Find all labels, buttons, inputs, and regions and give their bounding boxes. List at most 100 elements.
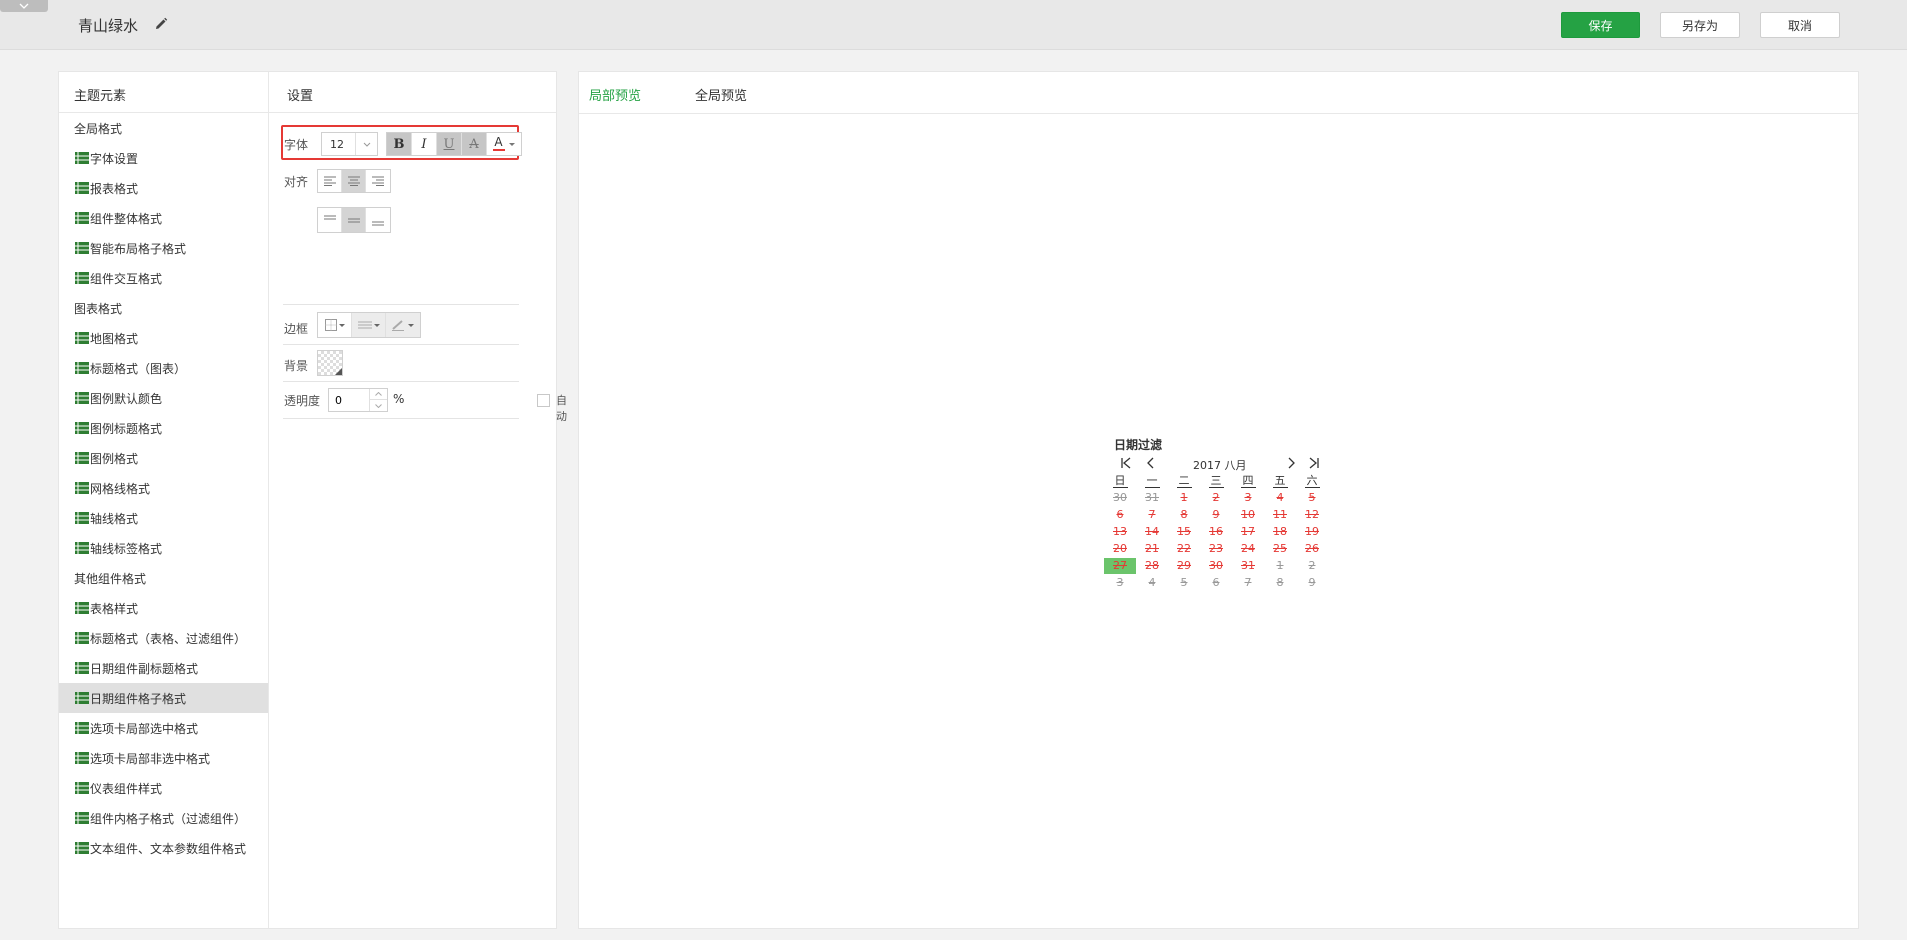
calendar-day[interactable]: 3: [1104, 575, 1136, 591]
tree-item[interactable]: 标题格式（表格、过滤组件）: [59, 623, 268, 653]
auto-checkbox[interactable]: [537, 394, 550, 407]
table-icon: [75, 692, 89, 704]
calendar-day[interactable]: 31: [1136, 490, 1168, 506]
tree-item[interactable]: 地图格式: [59, 323, 268, 353]
tree-item[interactable]: 表格样式: [59, 593, 268, 623]
increment-button[interactable]: [370, 389, 387, 400]
tree-item[interactable]: 图例默认颜色: [59, 383, 268, 413]
tab-global-preview[interactable]: 全局预览: [695, 85, 747, 104]
last-month-button[interactable]: [1307, 456, 1321, 470]
edit-pencil-icon[interactable]: [153, 16, 169, 32]
calendar-day[interactable]: 7: [1136, 507, 1168, 523]
calendar-day[interactable]: 20: [1104, 541, 1136, 557]
font-color-button[interactable]: A: [487, 133, 521, 155]
calendar-day[interactable]: 5: [1168, 575, 1200, 591]
calendar-day[interactable]: 4: [1264, 490, 1296, 506]
tree-item[interactable]: 图例标题格式: [59, 413, 268, 443]
calendar-day[interactable]: 2: [1296, 558, 1328, 574]
calendar-day[interactable]: 6: [1200, 575, 1232, 591]
calendar-day[interactable]: 17: [1232, 524, 1264, 540]
tree-item[interactable]: 组件整体格式: [59, 203, 268, 233]
tree-item[interactable]: 轴线格式: [59, 503, 268, 533]
opacity-input[interactable]: [335, 392, 371, 408]
underline-button[interactable]: U: [437, 133, 462, 155]
tree-item[interactable]: 图例格式: [59, 443, 268, 473]
tree-item[interactable]: 字体设置: [59, 143, 268, 173]
tree-group[interactable]: 其他组件格式: [59, 563, 268, 593]
calendar-day[interactable]: 7: [1232, 575, 1264, 591]
calendar-day[interactable]: 19: [1296, 524, 1328, 540]
calendar-day[interactable]: 13: [1104, 524, 1136, 540]
border-style-button[interactable]: [352, 313, 386, 337]
tree-item[interactable]: 日期组件格子格式: [59, 683, 268, 713]
tree-item[interactable]: 选项卡局部选中格式: [59, 713, 268, 743]
tree-item[interactable]: 报表格式: [59, 173, 268, 203]
calendar-day[interactable]: 26: [1296, 541, 1328, 557]
tree-item[interactable]: 智能布局格子格式: [59, 233, 268, 263]
tree-item[interactable]: 选项卡局部非选中格式: [59, 743, 268, 773]
calendar-day[interactable]: 22: [1168, 541, 1200, 557]
cancel-button[interactable]: 取消: [1760, 12, 1840, 38]
calendar-day[interactable]: 2: [1200, 490, 1232, 506]
save-button[interactable]: 保存: [1561, 12, 1640, 38]
calendar-day[interactable]: 6: [1104, 507, 1136, 523]
tree-item[interactable]: 日期组件副标题格式: [59, 653, 268, 683]
calendar-day[interactable]: 23: [1200, 541, 1232, 557]
background-color-picker[interactable]: [317, 350, 343, 376]
tree-item[interactable]: 仪表组件样式: [59, 773, 268, 803]
font-size-select[interactable]: 12: [321, 132, 378, 156]
tree-item[interactable]: 文本组件、文本参数组件格式: [59, 833, 268, 863]
tree-group[interactable]: 图表格式: [59, 293, 268, 323]
calendar-day[interactable]: 10: [1232, 507, 1264, 523]
calendar-day[interactable]: 4: [1136, 575, 1168, 591]
border-position-button[interactable]: [318, 313, 352, 337]
calendar-day[interactable]: 9: [1200, 507, 1232, 523]
calendar-day[interactable]: 3: [1232, 490, 1264, 506]
tab-local-preview[interactable]: 局部预览: [589, 85, 641, 104]
calendar-day[interactable]: 25: [1264, 541, 1296, 557]
calendar-day[interactable]: 24: [1232, 541, 1264, 557]
calendar-day[interactable]: 18: [1264, 524, 1296, 540]
calendar-day[interactable]: 8: [1168, 507, 1200, 523]
tree-group[interactable]: 全局格式: [59, 113, 268, 143]
align-bottom-button[interactable]: [366, 208, 390, 232]
tree-item[interactable]: 轴线标签格式: [59, 533, 268, 563]
calendar-day[interactable]: 21: [1136, 541, 1168, 557]
calendar-day[interactable]: 29: [1168, 558, 1200, 574]
calendar-day[interactable]: 1: [1168, 490, 1200, 506]
save-as-button[interactable]: 另存为: [1660, 12, 1740, 38]
tree-item[interactable]: 网格线格式: [59, 473, 268, 503]
calendar-day[interactable]: 8: [1264, 575, 1296, 591]
tree-item[interactable]: 组件交互格式: [59, 263, 268, 293]
tree-item[interactable]: 标题格式（图表）: [59, 353, 268, 383]
calendar-day[interactable]: 27: [1104, 558, 1136, 574]
calendar-day[interactable]: 12: [1296, 507, 1328, 523]
collapse-toggle[interactable]: [0, 0, 48, 12]
calendar-day[interactable]: 16: [1200, 524, 1232, 540]
bold-button[interactable]: B: [387, 133, 412, 155]
opacity-stepper[interactable]: [328, 388, 388, 412]
calendar-day[interactable]: 9: [1296, 575, 1328, 591]
first-month-button[interactable]: [1119, 456, 1133, 470]
prev-month-button[interactable]: [1144, 456, 1158, 470]
decrement-button[interactable]: [370, 400, 387, 411]
calendar-day[interactable]: 30: [1200, 558, 1232, 574]
italic-button[interactable]: I: [412, 133, 437, 155]
align-left-button[interactable]: [318, 170, 342, 192]
calendar-day[interactable]: 11: [1264, 507, 1296, 523]
calendar-day[interactable]: 14: [1136, 524, 1168, 540]
align-top-button[interactable]: [318, 208, 342, 232]
strikethrough-button[interactable]: A: [462, 133, 487, 155]
align-middle-button[interactable]: [342, 208, 366, 232]
calendar-day[interactable]: 15: [1168, 524, 1200, 540]
calendar-day[interactable]: 31: [1232, 558, 1264, 574]
next-month-button[interactable]: [1284, 456, 1298, 470]
calendar-day[interactable]: 5: [1296, 490, 1328, 506]
align-center-button[interactable]: [342, 170, 366, 192]
calendar-day[interactable]: 1: [1264, 558, 1296, 574]
calendar-day[interactable]: 30: [1104, 490, 1136, 506]
border-color-button[interactable]: [386, 313, 420, 337]
calendar-day[interactable]: 28: [1136, 558, 1168, 574]
tree-item[interactable]: 组件内格子格式（过滤组件）: [59, 803, 268, 833]
align-right-button[interactable]: [366, 170, 390, 192]
